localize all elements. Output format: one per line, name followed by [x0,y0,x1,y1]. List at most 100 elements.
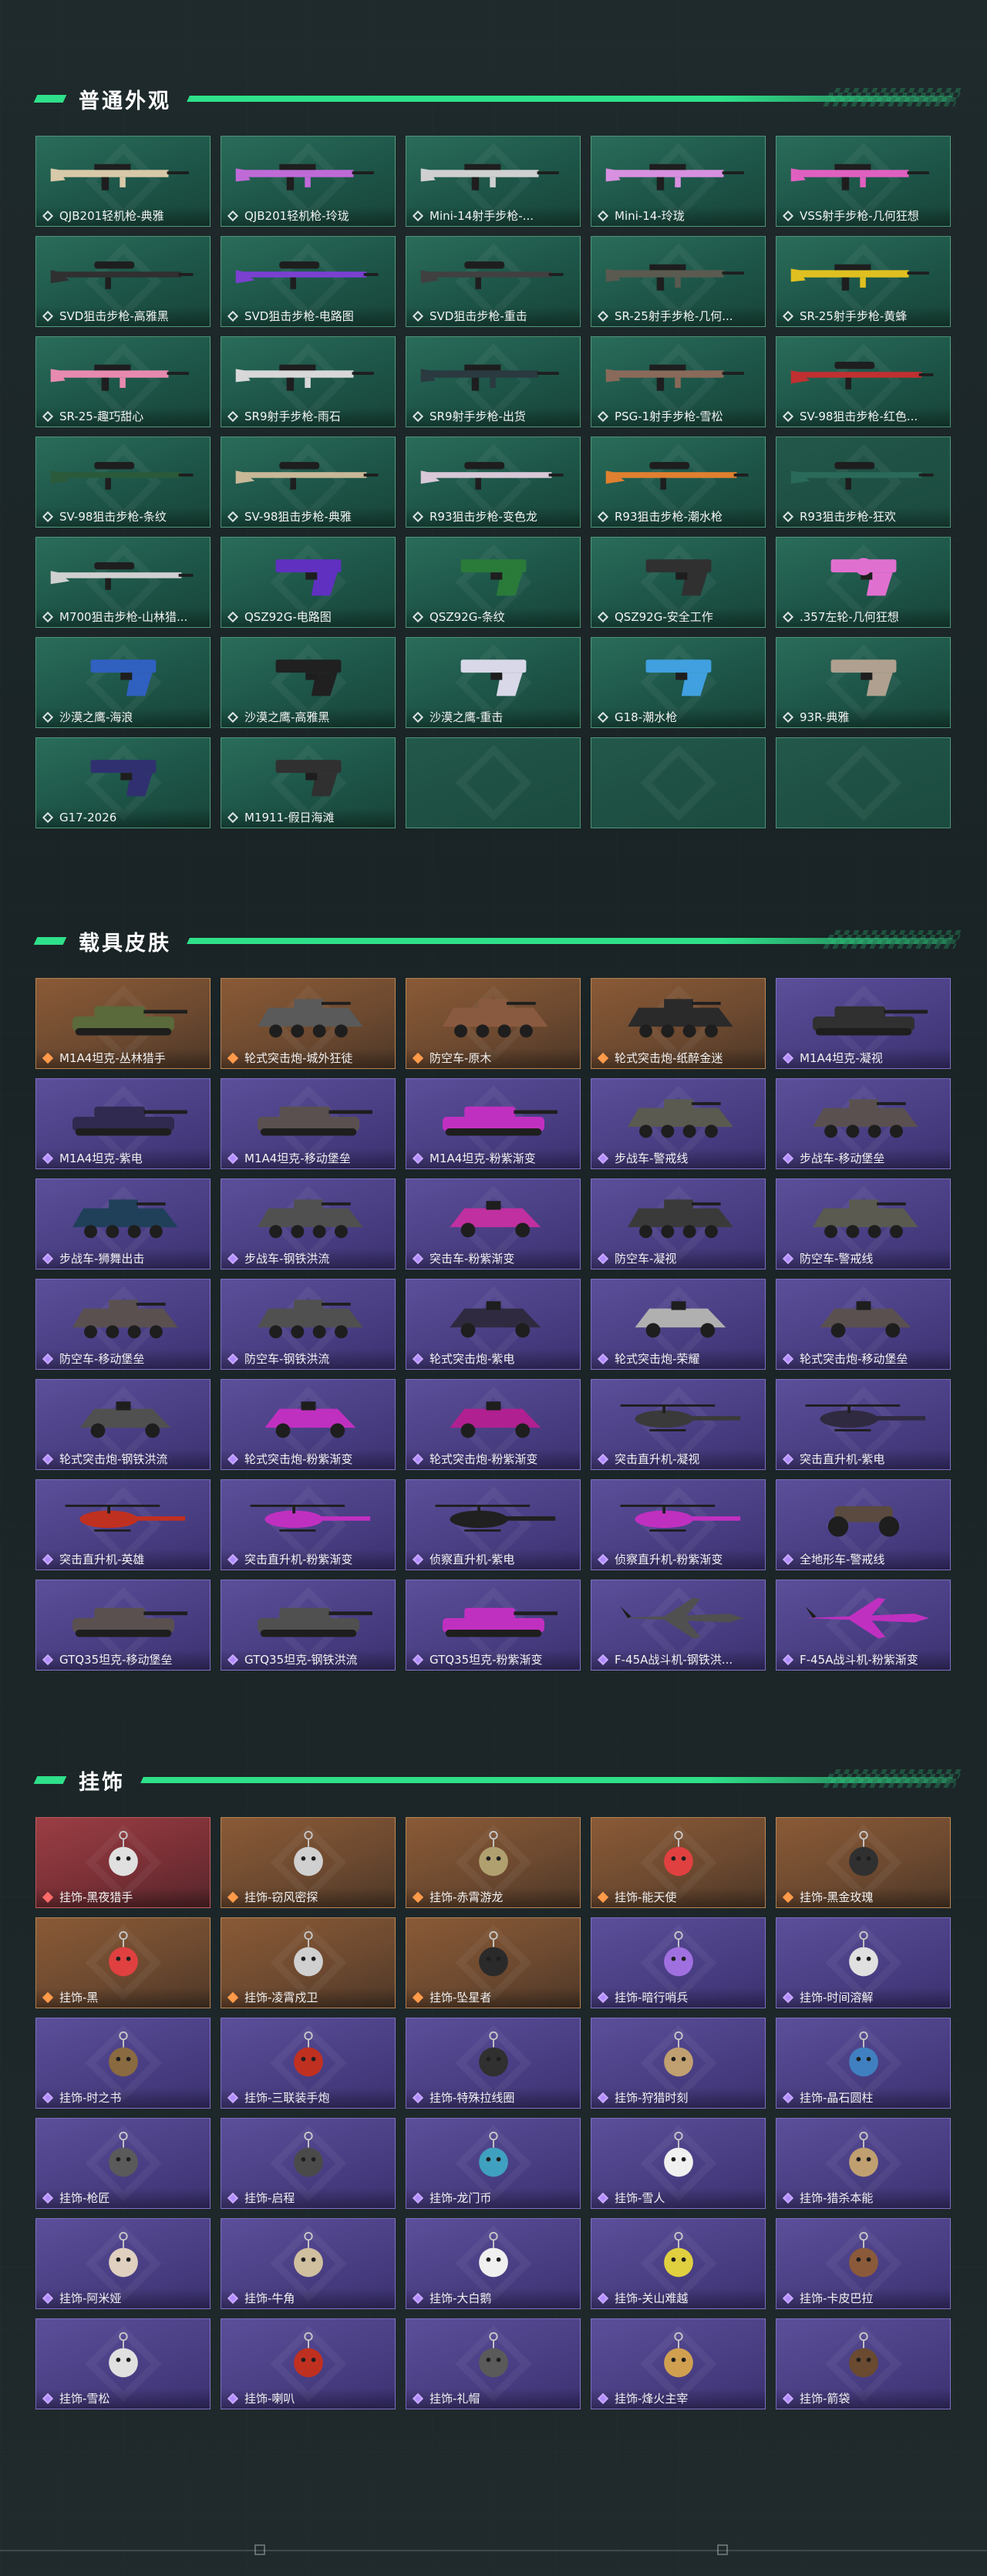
charm-card[interactable]: 挂饰-凌霄戍卫 [221,1917,396,2008]
weapon-card[interactable]: SV-98狙击步枪-红色... [776,336,951,427]
vehicle-card[interactable]: 侦察直升机-粉紫渐变 [591,1479,766,1570]
vehicle-card[interactable]: 轮式突击炮-移动堡垒 [776,1279,951,1370]
vehicle-card[interactable]: 轮式突击炮-纸醉金迷 [591,978,766,1069]
charm-card[interactable]: 挂饰-牛角 [221,2218,396,2309]
weapon-card[interactable]: R93狙击步枪-狂欢 [776,437,951,528]
vehicle-card[interactable]: 突击直升机-粉紫渐变 [221,1479,396,1570]
vehicle-card[interactable]: F-45A战斗机-钢铁洪... [591,1580,766,1671]
charm-card[interactable]: 挂饰-卡皮巴拉 [776,2218,951,2309]
weapon-card[interactable]: SVD狙击步枪-高雅黑 [35,236,211,327]
vehicle-card[interactable]: 轮式突击炮-荣耀 [591,1279,766,1370]
vehicle-card[interactable]: 步战车-警戒线 [591,1078,766,1169]
vehicle-card[interactable]: 突击直升机-凝视 [591,1379,766,1470]
vehicle-card[interactable]: M1A4坦克-丛林猎手 [35,978,211,1069]
vehicle-card[interactable]: 步战车-移动堡垒 [776,1078,951,1169]
vehicle-card[interactable]: 防空车-原木 [406,978,581,1069]
weapon-card[interactable]: 93R-典雅 [776,637,951,728]
charm-card[interactable]: 挂饰-雪人 [591,2118,766,2209]
vehicle-card[interactable]: 全地形车-警戒线 [776,1479,951,1570]
charm-card[interactable]: 挂饰-枪匠 [35,2118,211,2209]
weapon-card[interactable] [406,737,581,828]
weapon-card[interactable]: SR-25射手步枪-几何... [591,236,766,327]
vehicle-card[interactable]: GTQ35坦克-移动堡垒 [35,1580,211,1671]
vehicle-card[interactable]: 步战车-钢铁洪流 [221,1178,396,1269]
weapon-card[interactable]: M700狙击步枪-山林猎... [35,537,211,628]
charm-card[interactable]: 挂饰-时间溶解 [776,1917,951,2008]
weapon-card[interactable]: VSS射手步枪-几何狂想 [776,136,951,227]
charm-card[interactable]: 挂饰-喇叭 [221,2318,396,2409]
weapon-card[interactable]: QSZ92G-安全工作 [591,537,766,628]
weapon-card[interactable]: 沙漠之鹰-海浪 [35,637,211,728]
charm-card[interactable]: 挂饰-龙门币 [406,2118,581,2209]
charm-card[interactable]: 挂饰-赤霄游龙 [406,1817,581,1908]
charm-card[interactable]: 挂饰-狩猎时刻 [591,2018,766,2109]
weapon-card[interactable]: SV-98狙击步枪-条纹 [35,437,211,528]
vehicle-card[interactable]: 侦察直升机-紫电 [406,1479,581,1570]
charm-card[interactable]: 挂饰-大白鹅 [406,2218,581,2309]
vehicle-card[interactable]: M1A4坦克-凝视 [776,978,951,1069]
charm-card[interactable]: 挂饰-晶石圆柱 [776,2018,951,2109]
weapon-card[interactable]: M1911-假日海滩 [221,737,396,828]
weapon-card[interactable]: 沙漠之鹰-重击 [406,637,581,728]
weapon-card[interactable]: QSZ92G-条纹 [406,537,581,628]
vehicle-card[interactable]: 轮式突击炮-城外狂徒 [221,978,396,1069]
vehicle-card[interactable]: 轮式突击炮-粉紫渐变 [221,1379,396,1470]
vehicle-card[interactable]: 轮式突击炮-粉紫渐变 [406,1379,581,1470]
weapon-card[interactable]: PSG-1射手步枪-雪松 [591,336,766,427]
charm-card[interactable]: 挂饰-暗行哨兵 [591,1917,766,2008]
vehicle-card[interactable]: GTQ35坦克-粉紫渐变 [406,1580,581,1671]
charm-card[interactable]: 挂饰-箭袋 [776,2318,951,2409]
charm-card[interactable]: 挂饰-启程 [221,2118,396,2209]
vehicle-card[interactable]: 突击直升机-紫电 [776,1379,951,1470]
weapon-card[interactable]: 沙漠之鹰-高雅黑 [221,637,396,728]
weapon-card[interactable]: Mini-14-玲珑 [591,136,766,227]
charm-card[interactable]: 挂饰-三联装手炮 [221,2018,396,2109]
weapon-card[interactable]: Mini-14射手步枪-... [406,136,581,227]
charm-card[interactable]: 挂饰-烽火主宰 [591,2318,766,2409]
vehicle-card[interactable]: 防空车-移动堡垒 [35,1279,211,1370]
vehicle-card[interactable]: 突击直升机-英雄 [35,1479,211,1570]
charm-card[interactable]: 挂饰-时之书 [35,2018,211,2109]
vehicle-card[interactable]: F-45A战斗机-粉紫渐变 [776,1580,951,1671]
charm-card[interactable]: 挂饰-黑夜猎手 [35,1817,211,1908]
weapon-card[interactable]: G17-2026 [35,737,211,828]
vehicle-card[interactable]: M1A4坦克-粉紫渐变 [406,1078,581,1169]
weapon-card[interactable]: SR-25射手步枪-黄蜂 [776,236,951,327]
charm-card[interactable]: 挂饰-窃风密探 [221,1817,396,1908]
weapon-card[interactable]: SR-25-趣巧甜心 [35,336,211,427]
vehicle-card[interactable]: M1A4坦克-紫电 [35,1078,211,1169]
vehicle-card[interactable]: 步战车-狮舞出击 [35,1178,211,1269]
weapon-card[interactable]: SV-98狙击步枪-典雅 [221,437,396,528]
weapon-card[interactable] [591,737,766,828]
weapon-card[interactable]: R93狙击步枪-潮水枪 [591,437,766,528]
charm-card[interactable]: 挂饰-阿米娅 [35,2218,211,2309]
weapon-card[interactable]: G18-潮水枪 [591,637,766,728]
weapon-card[interactable]: R93狙击步枪-变色龙 [406,437,581,528]
charm-card[interactable]: 挂饰-关山难越 [591,2218,766,2309]
vehicle-card[interactable]: M1A4坦克-移动堡垒 [221,1078,396,1169]
charm-card[interactable]: 挂饰-黑金玫瑰 [776,1817,951,1908]
weapon-card[interactable] [776,737,951,828]
weapon-card[interactable]: .357左轮-几何狂想 [776,537,951,628]
vehicle-card[interactable]: 防空车-警戒线 [776,1178,951,1269]
vehicle-card[interactable]: 突击车-粉紫渐变 [406,1178,581,1269]
charm-card[interactable]: 挂饰-能天使 [591,1817,766,1908]
weapon-card[interactable]: QJB201轻机枪-玲珑 [221,136,396,227]
weapon-card[interactable]: SVD狙击步枪-重击 [406,236,581,327]
vehicle-card[interactable]: 轮式突击炮-钢铁洪流 [35,1379,211,1470]
charm-card[interactable]: 挂饰-特殊拉线圈 [406,2018,581,2109]
weapon-card[interactable]: SR9射手步枪-雨石 [221,336,396,427]
weapon-card[interactable]: SVD狙击步枪-电路图 [221,236,396,327]
charm-card[interactable]: 挂饰-雪松 [35,2318,211,2409]
weapon-card[interactable]: QJB201轻机枪-典雅 [35,136,211,227]
weapon-card[interactable]: SR9射手步枪-出货 [406,336,581,427]
weapon-card[interactable]: QSZ92G-电路图 [221,537,396,628]
charm-card[interactable]: 挂饰-黑 [35,1917,211,2008]
charm-card[interactable]: 挂饰-坠星者 [406,1917,581,2008]
vehicle-card[interactable]: 防空车-凝视 [591,1178,766,1269]
charm-card[interactable]: 挂饰-礼帽 [406,2318,581,2409]
vehicle-card[interactable]: 防空车-钢铁洪流 [221,1279,396,1370]
charm-card[interactable]: 挂饰-猎杀本能 [776,2118,951,2209]
vehicle-card[interactable]: 轮式突击炮-紫电 [406,1279,581,1370]
vehicle-card[interactable]: GTQ35坦克-钢铁洪流 [221,1580,396,1671]
